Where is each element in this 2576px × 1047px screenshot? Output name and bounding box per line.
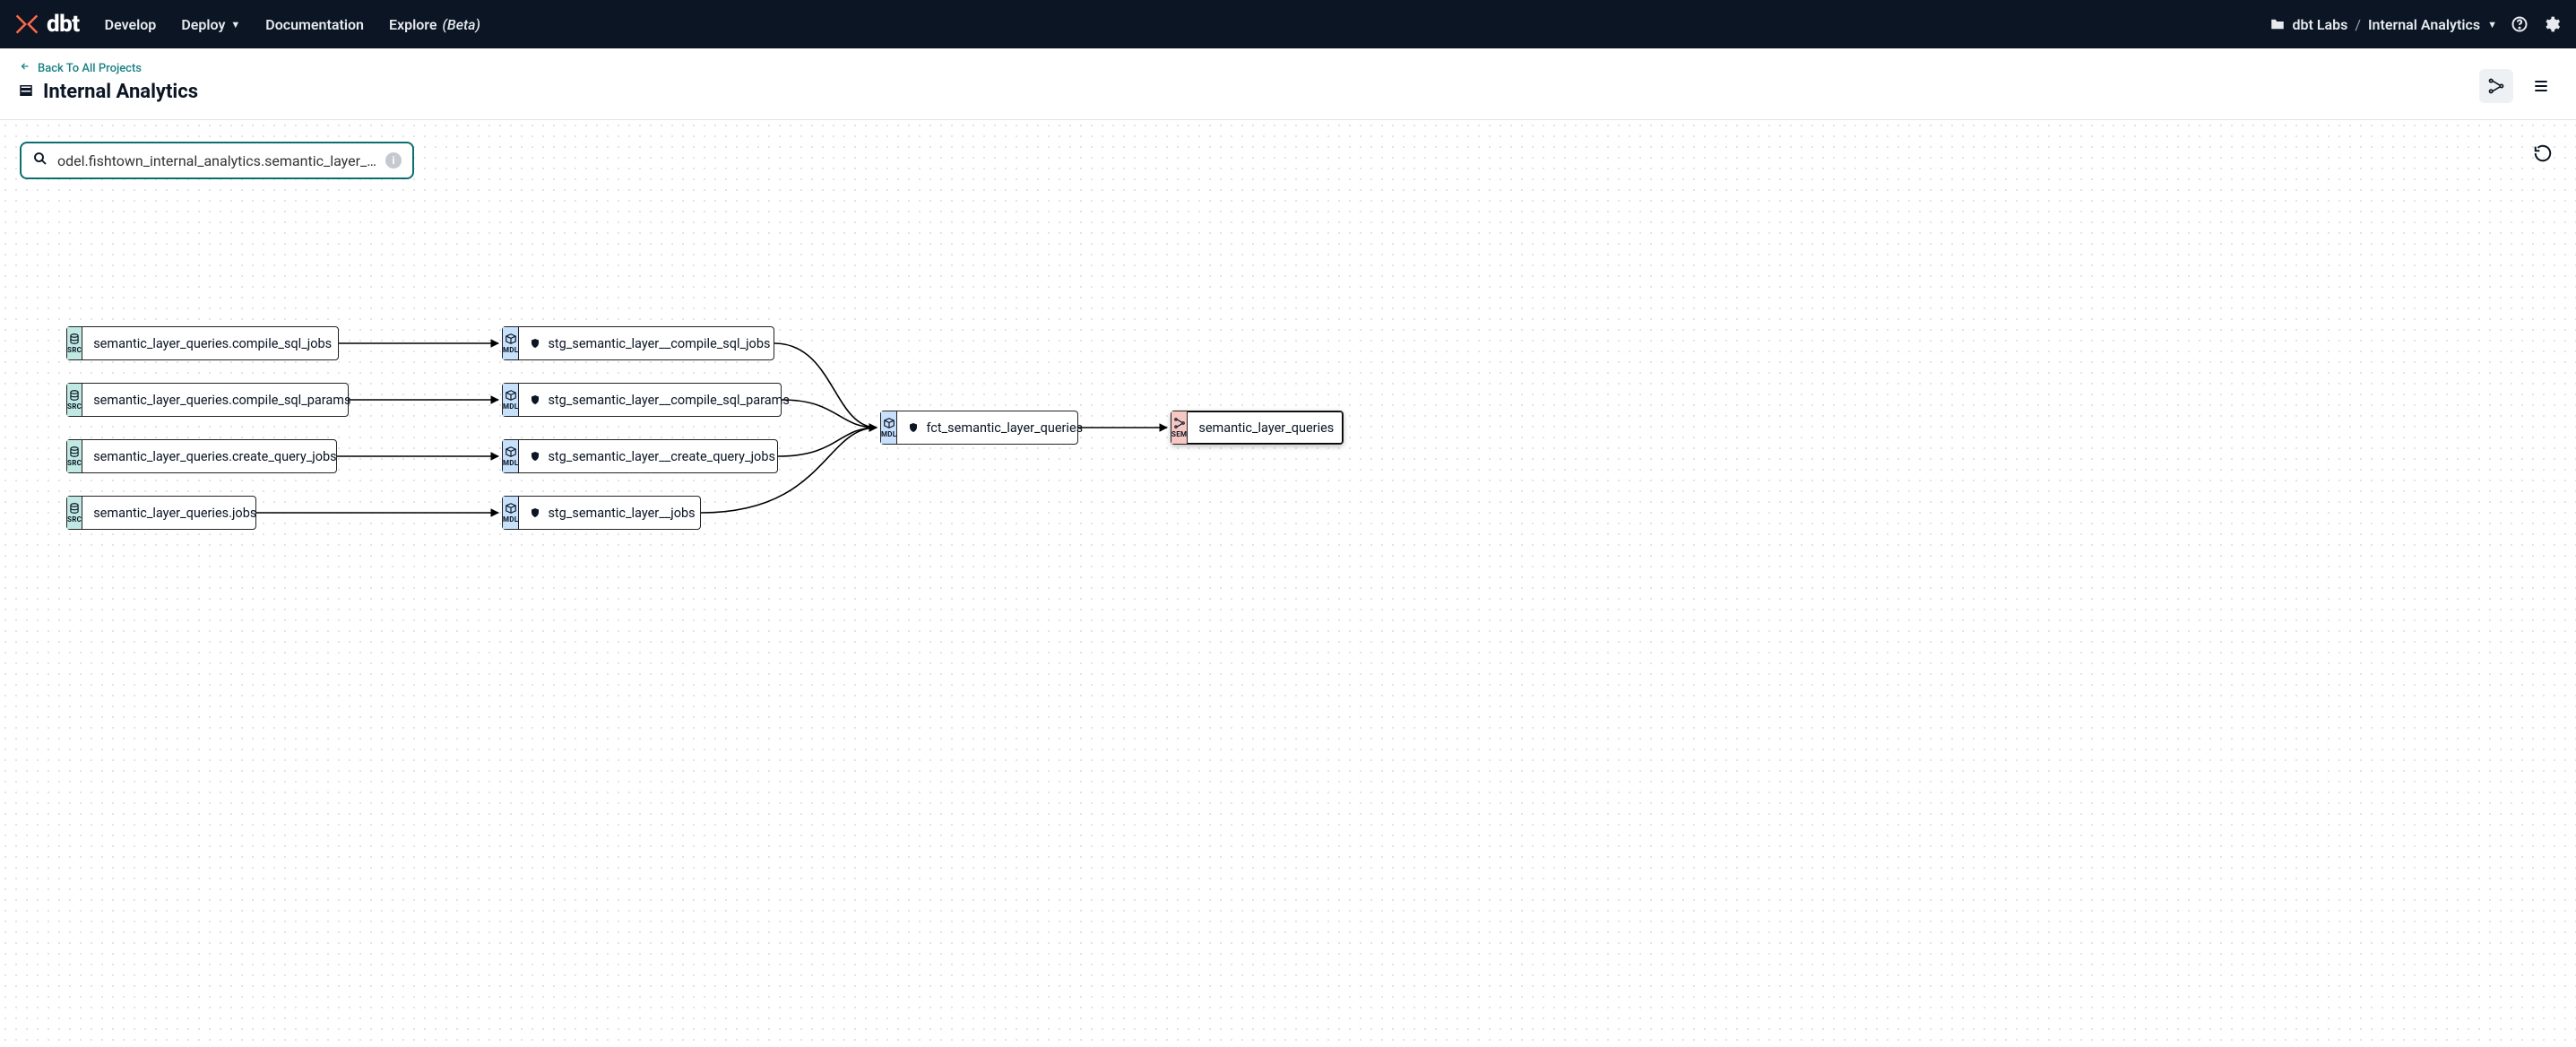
nav-deploy-label: Deploy xyxy=(181,16,225,33)
node-label: stg_semantic_layer__compile_sql_jobs xyxy=(519,327,781,359)
breadcrumb-org[interactable]: dbt Labs xyxy=(2293,16,2348,33)
canvas-wrap: i xyxy=(0,120,2576,1047)
back-link-label: Back To All Projects xyxy=(38,62,142,75)
reset-view-button[interactable] xyxy=(2528,138,2558,169)
top-nav-left: dbt Develop Deploy ▼ Documentation Explo… xyxy=(14,11,480,38)
node-mdl-stg-create-query-jobs[interactable]: MDL stg_semantic_layer__create_query_job… xyxy=(502,439,778,473)
logo-mark-icon xyxy=(14,12,39,37)
node-type-tag: SRC xyxy=(67,327,82,359)
lineage-canvas[interactable]: i xyxy=(0,120,2576,1047)
shield-icon xyxy=(908,421,919,434)
search-icon xyxy=(32,151,48,170)
node-label: semantic_layer_queries.jobs xyxy=(82,497,267,529)
node-type-tag: MDL xyxy=(503,384,519,416)
node-label: stg_semantic_layer__create_query_jobs xyxy=(519,440,786,472)
project-title: Internal Analytics xyxy=(43,81,198,103)
settings-button[interactable] xyxy=(2542,14,2562,34)
node-type-tag: SRC xyxy=(67,497,82,529)
node-src-jobs[interactable]: SRC semantic_layer_queries.jobs xyxy=(66,496,256,530)
stack-icon xyxy=(18,82,34,102)
top-nav: dbt Develop Deploy ▼ Documentation Explo… xyxy=(0,0,2576,48)
nav-documentation[interactable]: Documentation xyxy=(265,16,364,33)
node-type-tag: MDL xyxy=(881,411,897,444)
edges-layer xyxy=(0,120,2576,1047)
search-box[interactable]: i xyxy=(20,142,414,179)
breadcrumb-sep: / xyxy=(2355,16,2361,33)
node-mdl-fct-semantic-layer-queries[interactable]: MDL fct_semantic_layer_queries xyxy=(880,411,1078,445)
node-label: semantic_layer_queries.compile_sql_param… xyxy=(82,384,361,416)
back-to-projects-link[interactable]: Back To All Projects xyxy=(18,61,198,75)
chevron-down-icon: ▼ xyxy=(230,19,240,30)
node-src-compile-sql-params[interactable]: SRC semantic_layer_queries.compile_sql_p… xyxy=(66,383,349,417)
chevron-down-icon[interactable]: ▼ xyxy=(2487,19,2497,30)
nav-deploy[interactable]: Deploy ▼ xyxy=(181,16,240,33)
folder-icon xyxy=(2269,16,2286,32)
shield-icon xyxy=(530,506,540,519)
logo[interactable]: dbt xyxy=(14,11,80,38)
node-type-tag: SRC xyxy=(67,384,82,416)
node-label: fct_semantic_layer_queries xyxy=(897,411,1094,444)
node-type-tag: SEM xyxy=(1171,411,1188,444)
nav-explore-beta: (Beta) xyxy=(443,16,480,33)
shield-icon xyxy=(530,450,540,463)
node-type-tag: SRC xyxy=(67,440,82,472)
nav-develop[interactable]: Develop xyxy=(105,16,157,33)
breadcrumb: dbt Labs / Internal Analytics ▼ xyxy=(2269,16,2498,33)
node-label: semantic_layer_queries xyxy=(1188,411,1344,444)
menu-button[interactable] xyxy=(2524,69,2558,103)
top-nav-right: dbt Labs / Internal Analytics ▼ xyxy=(2269,14,2563,34)
info-icon[interactable]: i xyxy=(385,152,402,169)
node-mdl-stg-jobs[interactable]: MDL stg_semantic_layer__jobs xyxy=(502,496,701,530)
node-mdl-stg-compile-sql-params[interactable]: MDL stg_semantic_layer__compile_sql_para… xyxy=(502,383,782,417)
node-label: stg_semantic_layer__jobs xyxy=(519,497,705,529)
node-label: stg_semantic_layer__compile_sql_params xyxy=(519,384,800,416)
search-input[interactable] xyxy=(57,152,376,169)
arrow-left-icon xyxy=(18,61,32,75)
node-type-tag: MDL xyxy=(503,497,519,529)
node-label: semantic_layer_queries.compile_sql_jobs xyxy=(82,327,342,359)
help-button[interactable] xyxy=(2510,14,2529,34)
shield-icon xyxy=(530,394,540,406)
shield-icon xyxy=(530,337,540,350)
node-sem-semantic-layer-queries[interactable]: SEM semantic_layer_queries xyxy=(1171,411,1344,445)
node-type-tag: MDL xyxy=(503,440,519,472)
breadcrumb-project[interactable]: Internal Analytics xyxy=(2368,16,2480,33)
project-row: Internal Analytics xyxy=(18,81,198,103)
node-label: semantic_layer_queries.create_query_jobs xyxy=(82,440,347,472)
lineage-view-button[interactable] xyxy=(2479,69,2513,103)
sub-header: Back To All Projects Internal Analytics xyxy=(0,48,2576,120)
node-src-create-query-jobs[interactable]: SRC semantic_layer_queries.create_query_… xyxy=(66,439,337,473)
sub-header-right xyxy=(2479,69,2558,103)
nav-explore[interactable]: Explore (Beta) xyxy=(389,16,480,33)
nav-explore-label: Explore xyxy=(389,16,437,33)
logo-word: dbt xyxy=(47,11,80,38)
node-type-tag: MDL xyxy=(503,327,519,359)
node-mdl-stg-compile-sql-jobs[interactable]: MDL stg_semantic_layer__compile_sql_jobs xyxy=(502,326,774,360)
node-src-compile-sql-jobs[interactable]: SRC semantic_layer_queries.compile_sql_j… xyxy=(66,326,339,360)
sub-header-left: Back To All Projects Internal Analytics xyxy=(18,61,198,103)
